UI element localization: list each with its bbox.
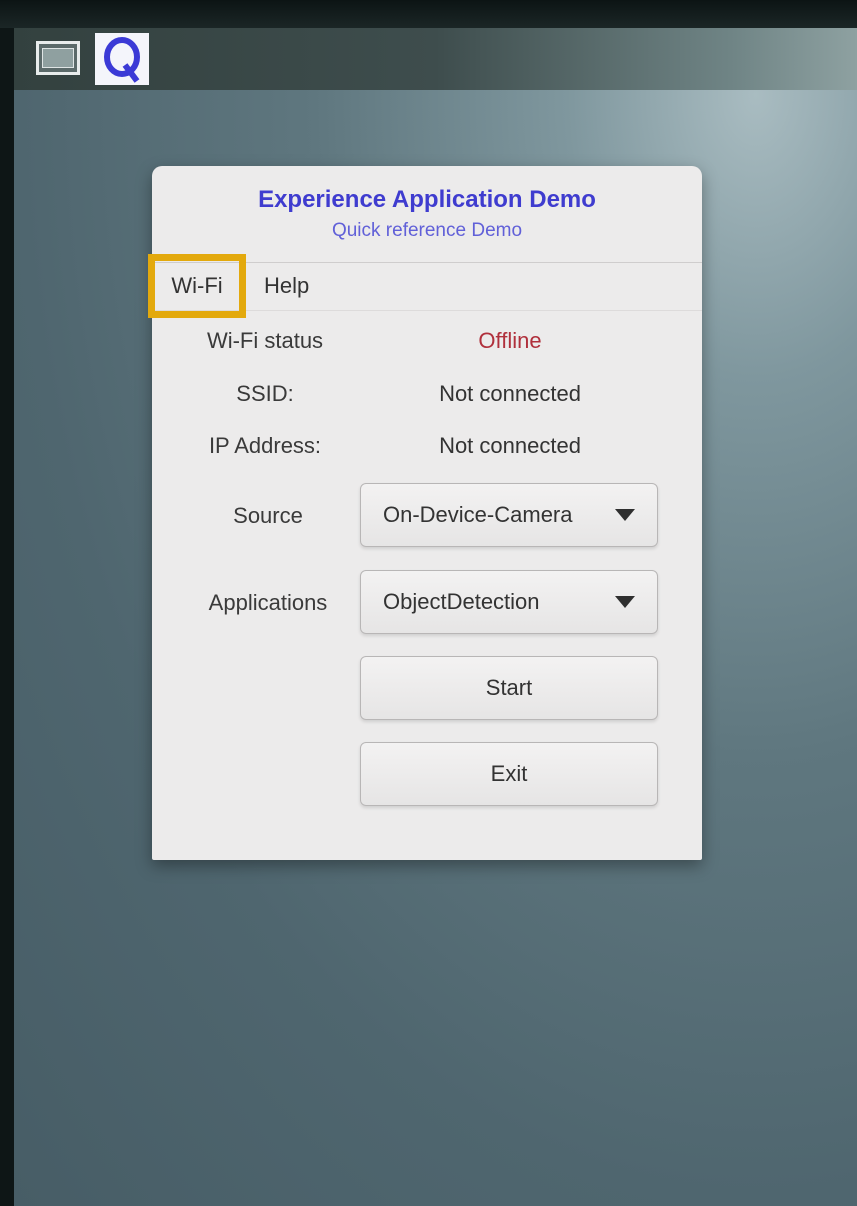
ssid-value: Not connected	[439, 381, 581, 406]
demo-dialog: Experience Application Demo Quick refere…	[148, 166, 702, 860]
terminal-window-icon[interactable]	[36, 41, 80, 75]
menu-bar: Wi-Fi Help	[148, 254, 702, 318]
monitor-bezel-top	[0, 0, 857, 28]
menu-help[interactable]: Help	[264, 262, 309, 310]
triangle-down-icon	[615, 596, 635, 608]
dialog-title: Experience Application Demo	[258, 186, 596, 213]
source-label: Source	[233, 503, 303, 528]
menu-wifi[interactable]: Wi-Fi	[148, 254, 246, 318]
triangle-down-icon	[615, 509, 635, 521]
dialog-subtitle: Quick reference Demo	[331, 220, 523, 241]
ssid-label: SSID:	[236, 381, 294, 406]
q-logo-glyph	[104, 37, 140, 83]
source-selected-value: On-Device-Camera	[383, 502, 573, 527]
start-button[interactable]: Start	[360, 656, 658, 720]
applications-selected-value: ObjectDetection	[383, 589, 540, 614]
dialog-header: Experience Application Demo Quick refere…	[152, 166, 702, 263]
monitor-bezel	[0, 0, 14, 1206]
terminal-window-icon-screen	[42, 48, 74, 68]
exit-button[interactable]: Exit	[360, 742, 658, 806]
wifi-status-value: Offline	[478, 328, 542, 353]
applications-label: Applications	[208, 590, 328, 615]
q-logo-icon[interactable]	[95, 33, 149, 85]
source-dropdown[interactable]: On-Device-Camera	[360, 483, 658, 547]
wifi-status-label: Wi-Fi status	[206, 328, 324, 353]
ip-address-label: IP Address:	[208, 433, 322, 458]
applications-dropdown[interactable]: ObjectDetection	[360, 570, 658, 634]
ip-address-value: Not connected	[439, 433, 581, 458]
